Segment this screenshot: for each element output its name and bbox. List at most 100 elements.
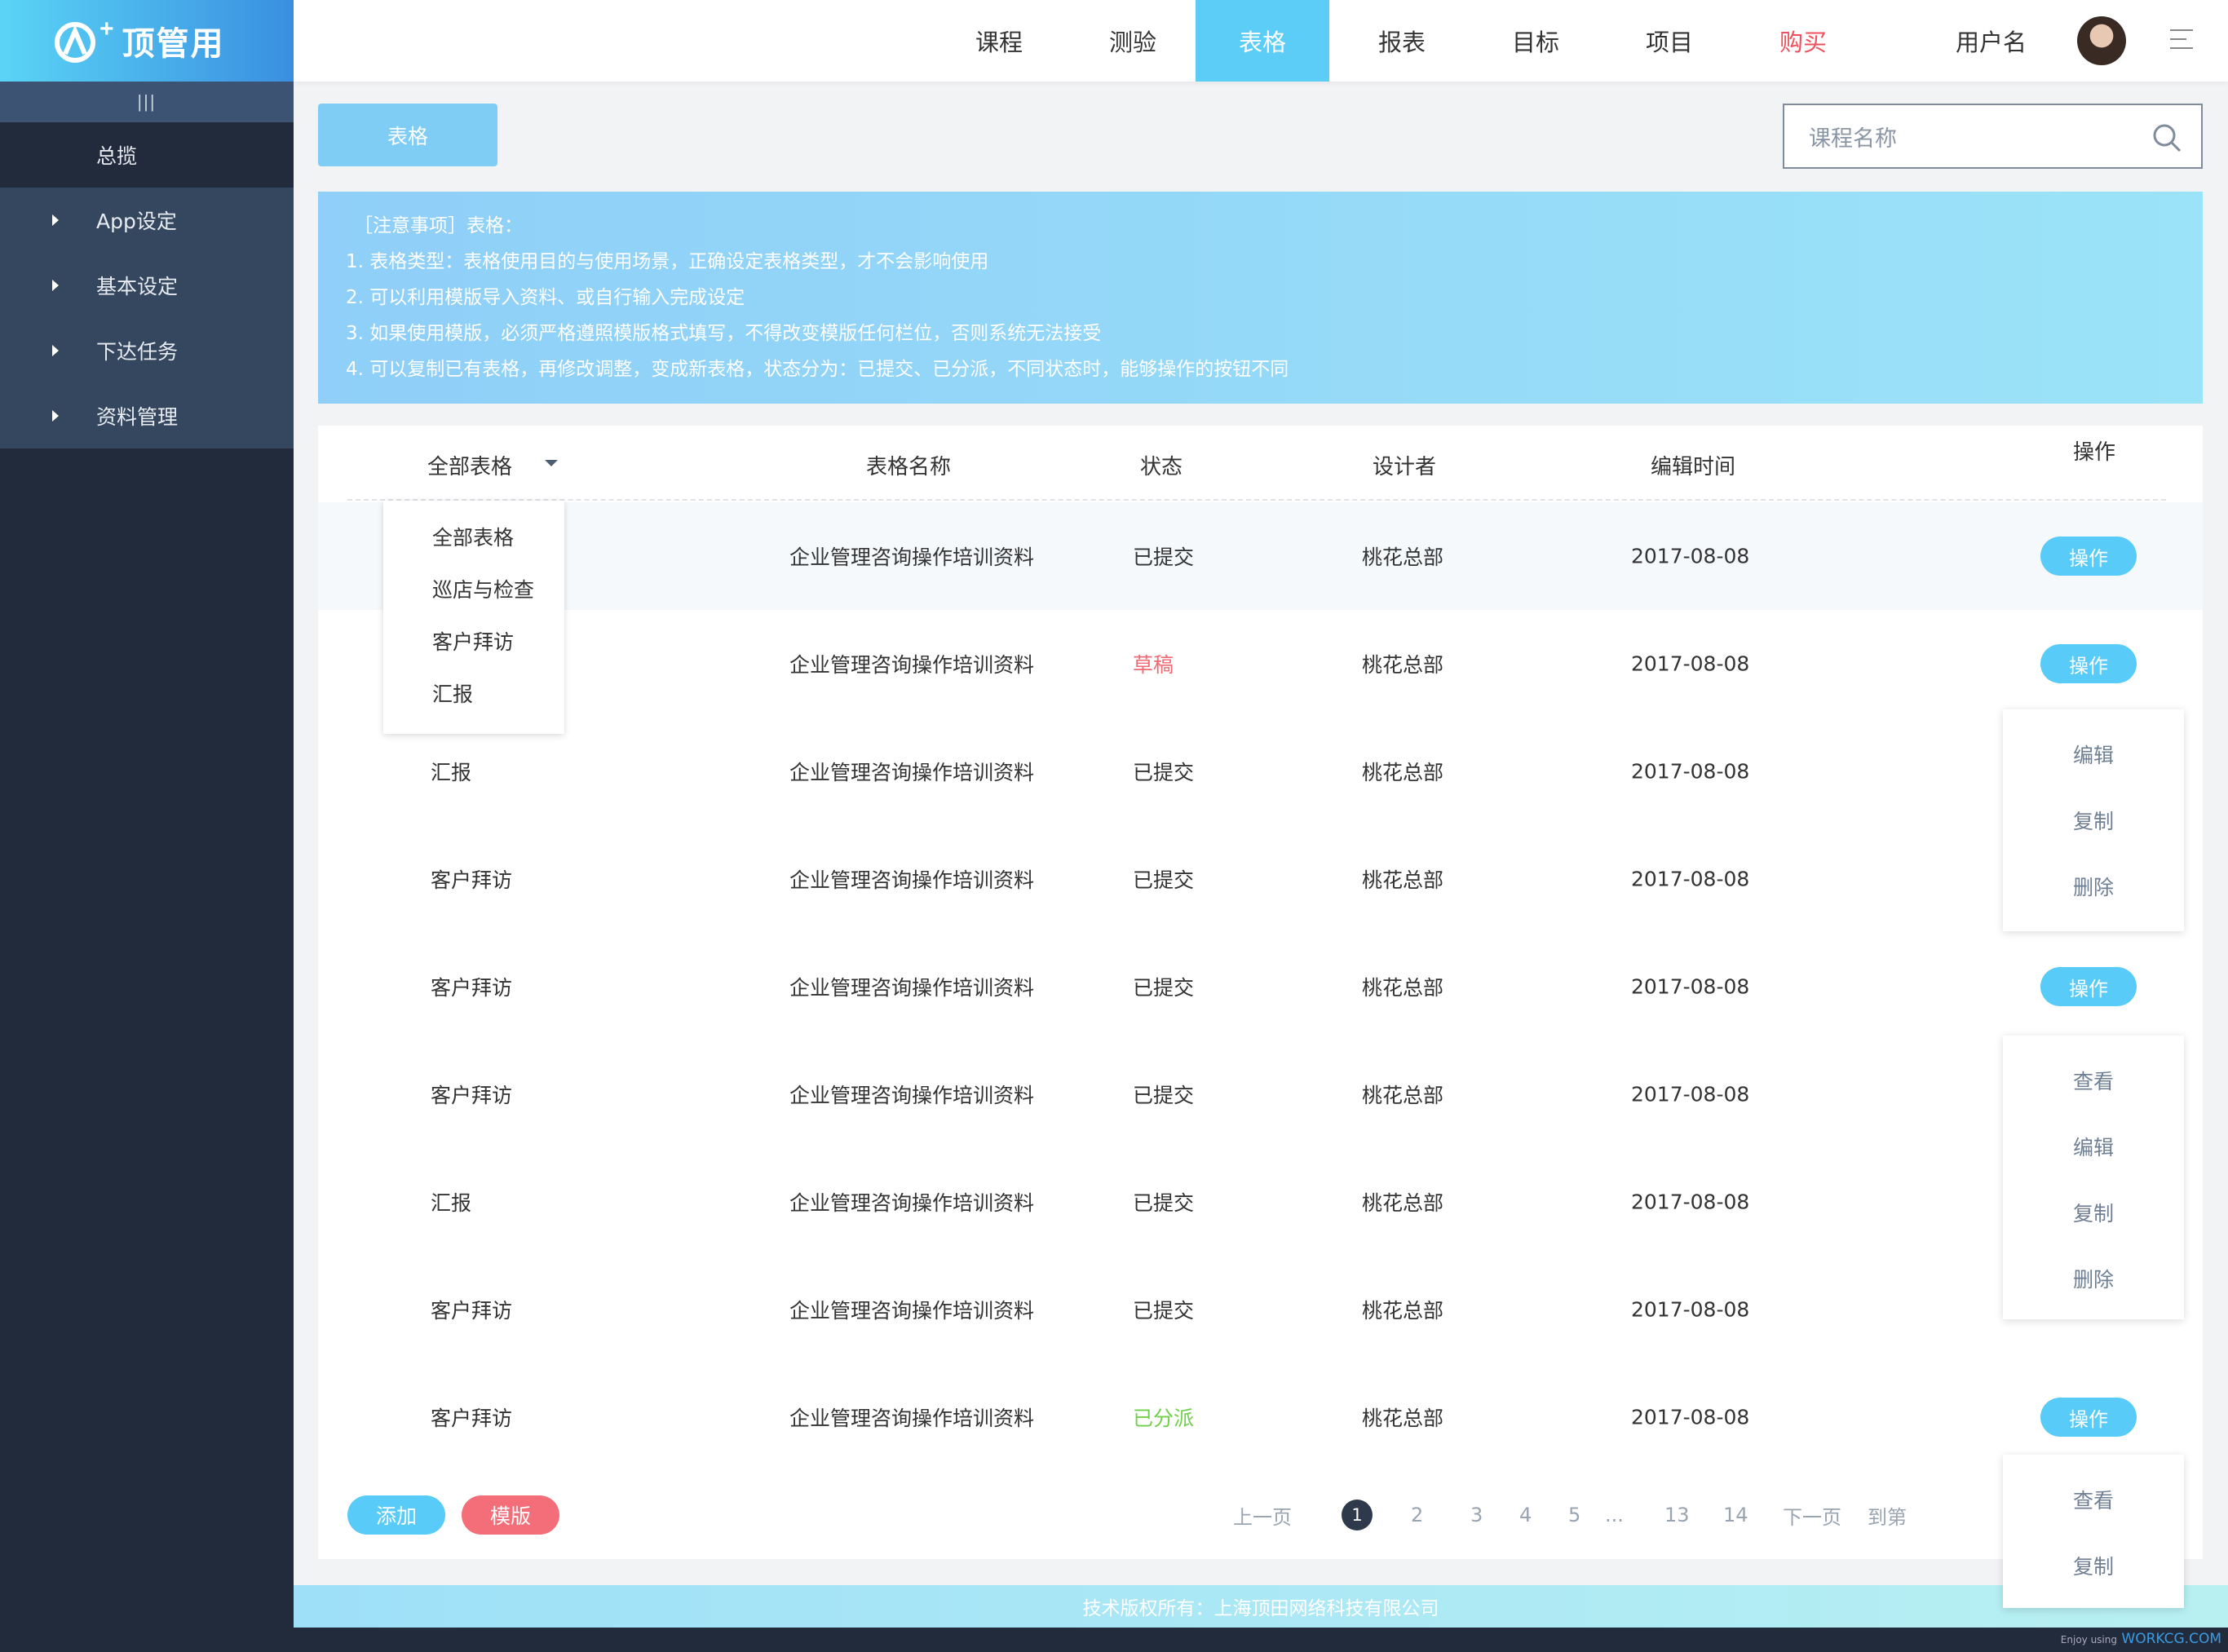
- nav-reports[interactable]: 报表: [1335, 0, 1469, 82]
- cell-designer: 桃花总部: [1362, 1299, 1444, 1323]
- sidebar-item-assign-tasks[interactable]: 下达任务: [0, 318, 294, 383]
- filter-option-visit[interactable]: 客户拜访: [383, 615, 564, 667]
- filter-option-all[interactable]: 全部表格: [383, 510, 564, 563]
- forms-tab-button[interactable]: 表格: [318, 104, 497, 166]
- table-row[interactable]: 客户拜访 企业管理咨询操作培训资料 已提交 桃花总部 2017-08-08 操作: [318, 933, 2203, 1040]
- search-icon[interactable]: [2152, 123, 2182, 152]
- notice-line: 1. 表格类型：表格使用目的与使用场景，正确设定表格类型，才不会影响使用: [346, 251, 989, 272]
- cell-name: 企业管理咨询操作培训资料: [789, 868, 1035, 892]
- search-input[interactable]: 课程名称: [1783, 104, 2203, 169]
- operate-button[interactable]: 操作: [2040, 537, 2137, 576]
- page-14[interactable]: 14: [1723, 1496, 1748, 1534]
- table-header: 全部表格 表格名称 状态 设计者 编辑时间 操作: [318, 426, 2203, 499]
- nav-quiz[interactable]: 测验: [1066, 0, 1200, 82]
- nav-forms[interactable]: 表格: [1196, 0, 1329, 82]
- table-row[interactable]: 汇报 企业管理咨询操作培训资料 已提交 桃花总部 2017-08-08: [318, 718, 2203, 825]
- notice-panel: ［注意事项］表格： 1. 表格类型：表格使用目的与使用场景，正确设定表格类型，才…: [318, 192, 2203, 404]
- sidebar-toggle[interactable]: |||: [0, 82, 294, 122]
- nav-buy[interactable]: 购买: [1736, 0, 1870, 82]
- page-3[interactable]: 3: [1470, 1496, 1483, 1534]
- cell-name: 企业管理咨询操作培训资料: [789, 761, 1035, 784]
- copyright: 技术版权所有：上海顶田网络科技有限公司: [1082, 1598, 1439, 1619]
- menu-delete[interactable]: 删除: [2003, 853, 2184, 919]
- operate-button[interactable]: 操作: [2040, 967, 2137, 1006]
- table-row[interactable]: 企业管理咨询操作培训资料 已提交 桃花总部 2017-08-08 操作: [318, 502, 2203, 610]
- menu-copy[interactable]: 复制: [2003, 787, 2184, 853]
- menu-copy[interactable]: 复制: [2003, 1532, 2184, 1598]
- menu-edit[interactable]: 编辑: [2003, 721, 2184, 787]
- filter-option-inspection[interactable]: 巡店与检查: [383, 563, 564, 615]
- operate-button[interactable]: 操作: [2040, 644, 2137, 683]
- cell-type: 汇报: [431, 1191, 472, 1215]
- sidebar-item-label: 基本设定: [96, 275, 179, 298]
- goto-page[interactable]: 到第: [1868, 1496, 1907, 1534]
- header-type-filter[interactable]: 全部表格: [427, 450, 512, 480]
- notice-line: 3. 如果使用模版，必须严格遵照模版格式填写，不得改变模版任何栏位，否则系统无法…: [346, 323, 1102, 344]
- header-status: 状态: [1140, 455, 1183, 479]
- caret-right-icon: [52, 345, 59, 356]
- notice-line: 2. 可以利用模版导入资料、或自行输入完成设定: [346, 287, 745, 308]
- cell-time: 2017-08-08: [1631, 1297, 1750, 1322]
- next-page[interactable]: 下一页: [1783, 1496, 1841, 1534]
- caret-down-icon[interactable]: [545, 460, 558, 466]
- menu-delete[interactable]: 删除: [2003, 1245, 2184, 1311]
- page-4[interactable]: 4: [1519, 1496, 1532, 1534]
- cell-type: 客户拜访: [431, 976, 513, 1000]
- username[interactable]: 用户名: [1956, 0, 2027, 82]
- cell-status: 已提交: [1133, 546, 1195, 569]
- operate-button[interactable]: 操作: [2040, 1398, 2137, 1437]
- cell-designer: 桃花总部: [1362, 1407, 1444, 1430]
- cell-status: 已提交: [1133, 1191, 1195, 1215]
- caret-right-icon: [52, 280, 59, 291]
- cell-type: 客户拜访: [431, 868, 513, 892]
- page-2[interactable]: 2: [1411, 1496, 1423, 1534]
- cell-status: 草稿: [1133, 653, 1174, 677]
- cell-status: 已提交: [1133, 1084, 1195, 1107]
- page-ellipsis: ...: [1605, 1504, 1624, 1526]
- cell-time: 2017-08-08: [1631, 974, 1750, 999]
- op-menu-dispatched: 查看 复制: [2003, 1455, 2184, 1608]
- cell-name: 企业管理咨询操作培训资料: [789, 1299, 1035, 1323]
- nav-courses[interactable]: 课程: [932, 0, 1066, 82]
- menu-edit[interactable]: 编辑: [2003, 1113, 2184, 1179]
- table-row[interactable]: 客户拜访 企业管理咨询操作培训资料 已提交 桃花总部 2017-08-08: [318, 1040, 2203, 1148]
- page-5[interactable]: 5: [1568, 1496, 1580, 1534]
- table-row[interactable]: 客户拜访 企业管理咨询操作培训资料 已提交 桃花总部 2017-08-08: [318, 825, 2203, 933]
- cell-time: 2017-08-08: [1631, 1082, 1750, 1106]
- cell-type: 客户拜访: [431, 1084, 513, 1107]
- menu-view[interactable]: 查看: [2003, 1047, 2184, 1113]
- sidebar-item-basic-settings[interactable]: 基本设定: [0, 253, 294, 318]
- sidebar-item-label: 下达任务: [96, 340, 179, 364]
- sidebar-item-label: 总揽: [96, 144, 138, 168]
- sidebar-item-app-settings[interactable]: App设定: [0, 188, 294, 253]
- menu-copy[interactable]: 复制: [2003, 1179, 2184, 1245]
- cell-designer: 桃花总部: [1362, 868, 1444, 892]
- op-menu-submitted: 查看 编辑 复制 删除: [2003, 1036, 2184, 1319]
- prev-page[interactable]: 上一页: [1233, 1496, 1292, 1534]
- type-filter-dropdown: 全部表格 巡店与检查 客户拜访 汇报: [383, 501, 564, 734]
- cell-time: 2017-08-08: [1631, 652, 1750, 676]
- brand-logo[interactable]: + 顶管用: [0, 0, 294, 82]
- filter-option-report[interactable]: 汇报: [383, 667, 564, 719]
- nav-goals[interactable]: 目标: [1469, 0, 1602, 82]
- watermark-prefix: Enjoy using: [2060, 1634, 2117, 1645]
- menu-icon[interactable]: [2170, 29, 2193, 52]
- page-1[interactable]: 1: [1342, 1500, 1373, 1531]
- table-row[interactable]: 企业管理咨询操作培训资料 草稿 桃花总部 2017-08-08 操作: [318, 610, 2203, 718]
- cell-designer: 桃花总部: [1362, 1191, 1444, 1215]
- header-name: 表格名称: [866, 455, 952, 479]
- table-row[interactable]: 汇报 企业管理咨询操作培训资料 已提交 桃花总部 2017-08-08: [318, 1148, 2203, 1256]
- cell-name: 企业管理咨询操作培训资料: [789, 1407, 1035, 1430]
- table-row[interactable]: 客户拜访 企业管理咨询操作培训资料 已提交 桃花总部 2017-08-08: [318, 1256, 2203, 1363]
- sidebar-item-data-management[interactable]: 资料管理: [0, 383, 294, 448]
- avatar[interactable]: [2077, 16, 2126, 65]
- header-divider: [347, 499, 2166, 501]
- page-13[interactable]: 13: [1664, 1496, 1690, 1534]
- header-designer: 设计者: [1373, 455, 1437, 479]
- menu-view[interactable]: 查看: [2003, 1466, 2184, 1532]
- nav-projects[interactable]: 项目: [1602, 0, 1736, 82]
- table-row[interactable]: 客户拜访 企业管理咨询操作培训资料 已分派 桃花总部 2017-08-08 操作: [318, 1363, 2203, 1471]
- cell-time: 2017-08-08: [1631, 544, 1750, 568]
- sidebar-item-overview[interactable]: 总揽: [0, 122, 294, 188]
- pagination: 上一页 1 2 3 4 5 ... 13 14 下一页 到第: [318, 1496, 2203, 1534]
